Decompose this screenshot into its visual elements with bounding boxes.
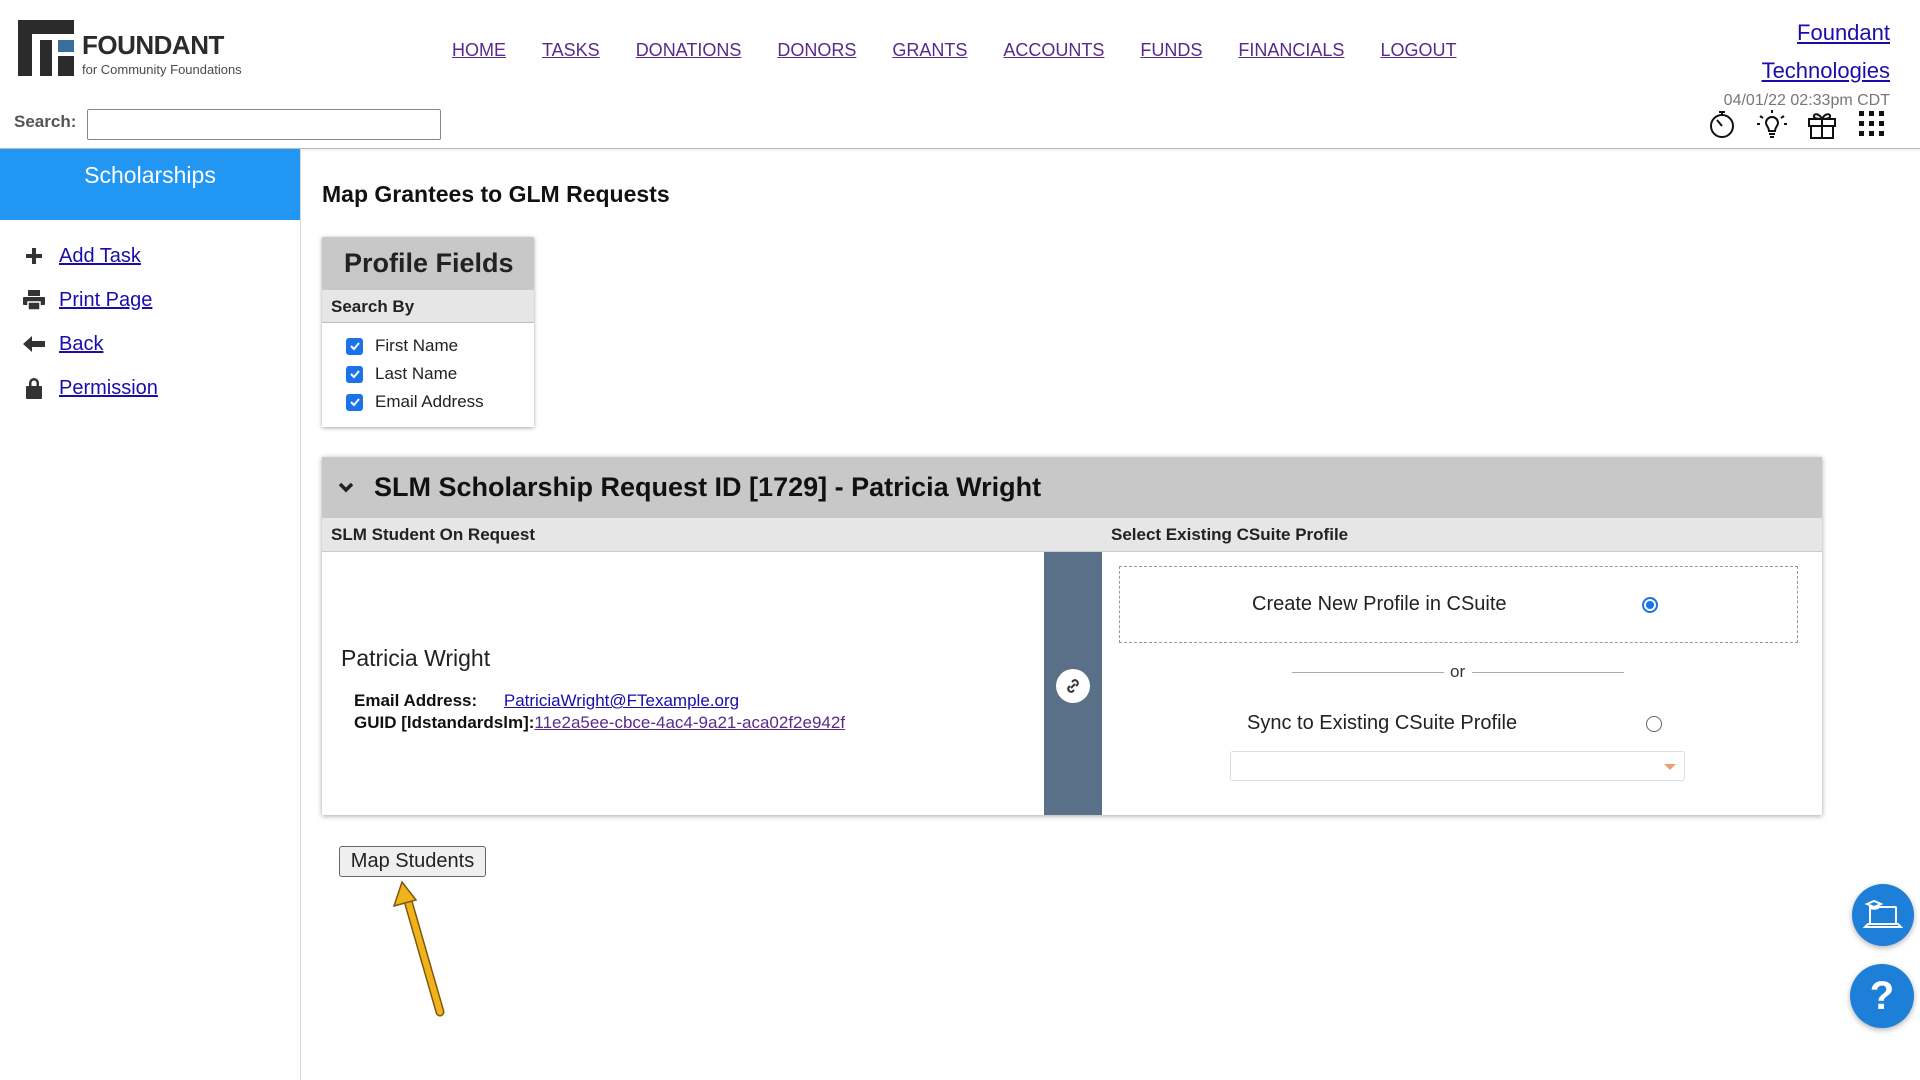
existing-profile-select[interactable] [1230, 751, 1685, 781]
nav-donations[interactable]: DONATIONS [636, 40, 742, 64]
map-students-button[interactable]: Map Students [339, 846, 486, 877]
lock-icon [22, 376, 46, 400]
sidebar-item-add-task[interactable]: Add Task [0, 234, 300, 278]
request-title: SLM Scholarship Request ID [1729] - Patr… [374, 472, 1042, 502]
guid-link[interactable]: 11e2a5ee-cbce-4ac4-9a21-aca02f2e942f [534, 713, 845, 732]
annotation-arrow-icon [392, 880, 445, 1017]
scholarship-request-panel: SLM Scholarship Request ID [1729] - Patr… [322, 457, 1822, 815]
checkbox-checked[interactable] [346, 393, 363, 411]
foundant-logo-mark [18, 20, 74, 76]
company-block: Foundant Technologies 04/01/22 02:33pm CD… [1690, 14, 1890, 110]
field-last-name[interactable]: Last Name [322, 360, 534, 388]
lightbulb-icon[interactable] [1754, 106, 1790, 142]
sidebar-item-label[interactable]: Print Page [59, 289, 152, 312]
request-header[interactable]: SLM Scholarship Request ID [1729] - Patr… [322, 457, 1822, 518]
create-new-profile-label: Create New Profile in CSuite [1252, 593, 1507, 615]
company-line1: Foundant [1797, 20, 1890, 45]
nav-home[interactable]: HOME [452, 40, 506, 64]
field-label: First Name [375, 336, 459, 355]
page-title: Map Grantees to GLM Requests [322, 181, 670, 207]
chevron-down-icon[interactable] [336, 478, 356, 498]
search-label: Search: [14, 112, 77, 131]
field-first-name[interactable]: First Name [322, 332, 534, 360]
guid-label: GUID [ldstandardslm]: [354, 713, 535, 732]
top-navigation: HOME TASKS DONATIONS DONORS GRANTS ACCOU… [452, 40, 1492, 64]
field-label: Email Address [375, 392, 484, 411]
link-icon[interactable] [1056, 669, 1090, 703]
company-line2: Technologies [1761, 58, 1890, 83]
email-label: Email Address: [354, 691, 478, 710]
printer-icon [22, 288, 46, 312]
nav-funds[interactable]: FUNDS [1140, 40, 1202, 64]
sidebar-item-label[interactable]: Back [59, 333, 103, 356]
gift-icon[interactable] [1804, 106, 1840, 142]
utility-icons [1704, 106, 1890, 142]
sidebar-item-permission[interactable]: Permission [0, 366, 300, 410]
request-column-headers: SLM Student On Request Select Existing C… [322, 518, 1822, 552]
sidebar-menu: Add Task Print Page Back Permission [0, 234, 300, 410]
request-body: Patricia Wright Email Address: PatriciaW… [322, 552, 1822, 815]
nav-tasks[interactable]: TASKS [542, 40, 600, 64]
chevron-down-icon [1664, 764, 1676, 770]
sidebar-item-label[interactable]: Add Task [59, 245, 141, 268]
email-link[interactable]: PatriciaWright@FTexample.org [504, 691, 739, 710]
sync-profile-radio[interactable] [1646, 716, 1662, 732]
or-text: or [1450, 662, 1466, 681]
help-question-icon[interactable]: ? [1850, 964, 1914, 1028]
or-divider-left [1292, 672, 1444, 673]
company-link[interactable]: Foundant Technologies [1690, 14, 1890, 90]
search-by-label: Search By [322, 290, 534, 323]
student-column-header: SLM Student On Request [331, 525, 535, 544]
sync-profile-label: Sync to Existing CSuite Profile [1247, 712, 1518, 734]
sidebar: Scholarships Add Task Print Page Back Pe… [0, 149, 301, 1080]
student-name: Patricia Wright [341, 645, 491, 671]
field-email-address[interactable]: Email Address [322, 388, 534, 416]
guid-row: GUID [ldstandardslm]:11e2a5ee-cbce-4ac4-… [354, 713, 845, 733]
plus-icon [22, 244, 46, 268]
app-grid-icon[interactable] [1854, 106, 1890, 142]
nav-grants[interactable]: GRANTS [892, 40, 967, 64]
sidebar-title: Scholarships [0, 149, 300, 220]
sidebar-item-label[interactable]: Permission [59, 377, 158, 400]
nav-logout[interactable]: LOGOUT [1380, 40, 1456, 64]
profile-fields-heading: Profile Fields [322, 237, 534, 290]
arrow-left-icon [22, 332, 46, 356]
nav-accounts[interactable]: ACCOUNTS [1003, 40, 1104, 64]
email-row: Email Address: PatriciaWright@FTexample.… [354, 691, 739, 711]
field-label: Last Name [375, 364, 458, 383]
nav-financials[interactable]: FINANCIALS [1238, 40, 1344, 64]
or-divider-right [1472, 672, 1624, 673]
stopwatch-icon[interactable] [1704, 106, 1740, 142]
sidebar-item-back[interactable]: Back [0, 322, 300, 366]
search-input[interactable] [87, 109, 441, 140]
create-new-profile-radio[interactable] [1642, 597, 1658, 613]
checkbox-checked[interactable] [346, 365, 363, 383]
sidebar-item-print-page[interactable]: Print Page [0, 278, 300, 322]
checkbox-checked[interactable] [346, 337, 363, 355]
profile-column-header: Select Existing CSuite Profile [1111, 525, 1349, 544]
profile-fields-list: First Name Last Name Email Address [322, 323, 534, 416]
profile-fields-panel: Profile Fields Search By First Name Last… [322, 237, 534, 427]
training-laptop-icon[interactable] [1852, 884, 1914, 946]
brand-tagline: for Community Foundations [82, 62, 242, 77]
brand-name: FOUNDANT [82, 30, 224, 60]
nav-donors[interactable]: DONORS [777, 40, 856, 64]
foundant-logo[interactable]: FOUNDANT for Community Foundations [18, 20, 258, 80]
